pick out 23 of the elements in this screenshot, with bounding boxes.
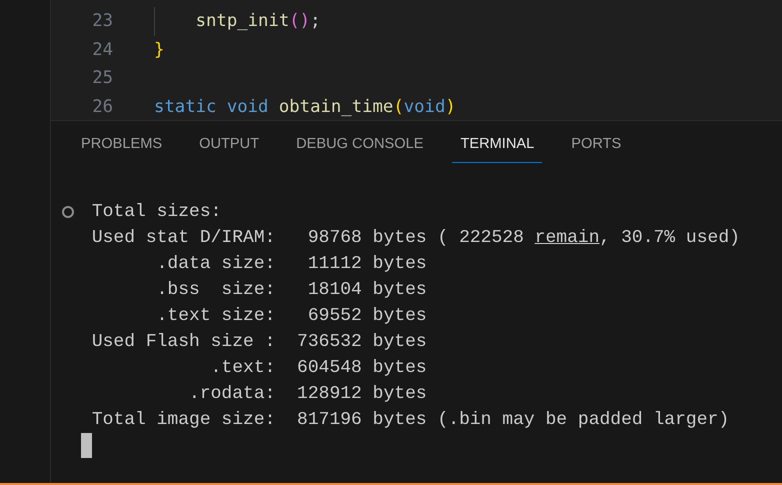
code-line: sntp_init(); [154,7,320,36]
line-number: 26 [91,96,113,119]
terminal-line: .bss size: 18104 bytes [156,280,427,300]
panel-tab[interactable]: PROBLEMS [73,121,170,163]
code-line: static void obtain_time(void) [154,96,456,119]
panel-tab[interactable]: TERMINAL [452,121,542,163]
terminal-line: Used Flash size : 736532 bytes [92,332,427,352]
panel-tab[interactable]: OUTPUT [191,121,268,163]
terminal-line: Total sizes: [92,202,222,222]
line-number: 25 [91,67,113,90]
terminal-line: Used stat D/IRAM: 98768 bytes ( 222528 remain, 30.7% used) [92,228,740,248]
terminal-line: .text size: 69552 bytes [156,306,427,326]
terminal-line: Total image size: 817196 bytes (.bin may be padded larger) [92,410,730,430]
line-number: 23 [91,10,113,33]
panel-tab[interactable]: DEBUG CONSOLE [288,121,432,163]
terminal-line: .text: 604548 bytes [210,358,427,378]
code-line: } [154,38,164,62]
terminal-line: .rodata: 128912 bytes [188,384,427,404]
terminal-link[interactable]: remain [534,228,600,248]
command-decoration-icon[interactable] [62,206,74,218]
terminal-line: .data size: 11112 bytes [156,254,427,274]
line-number: 24 [91,38,113,62]
panel-tab[interactable]: PORTS [563,121,630,163]
